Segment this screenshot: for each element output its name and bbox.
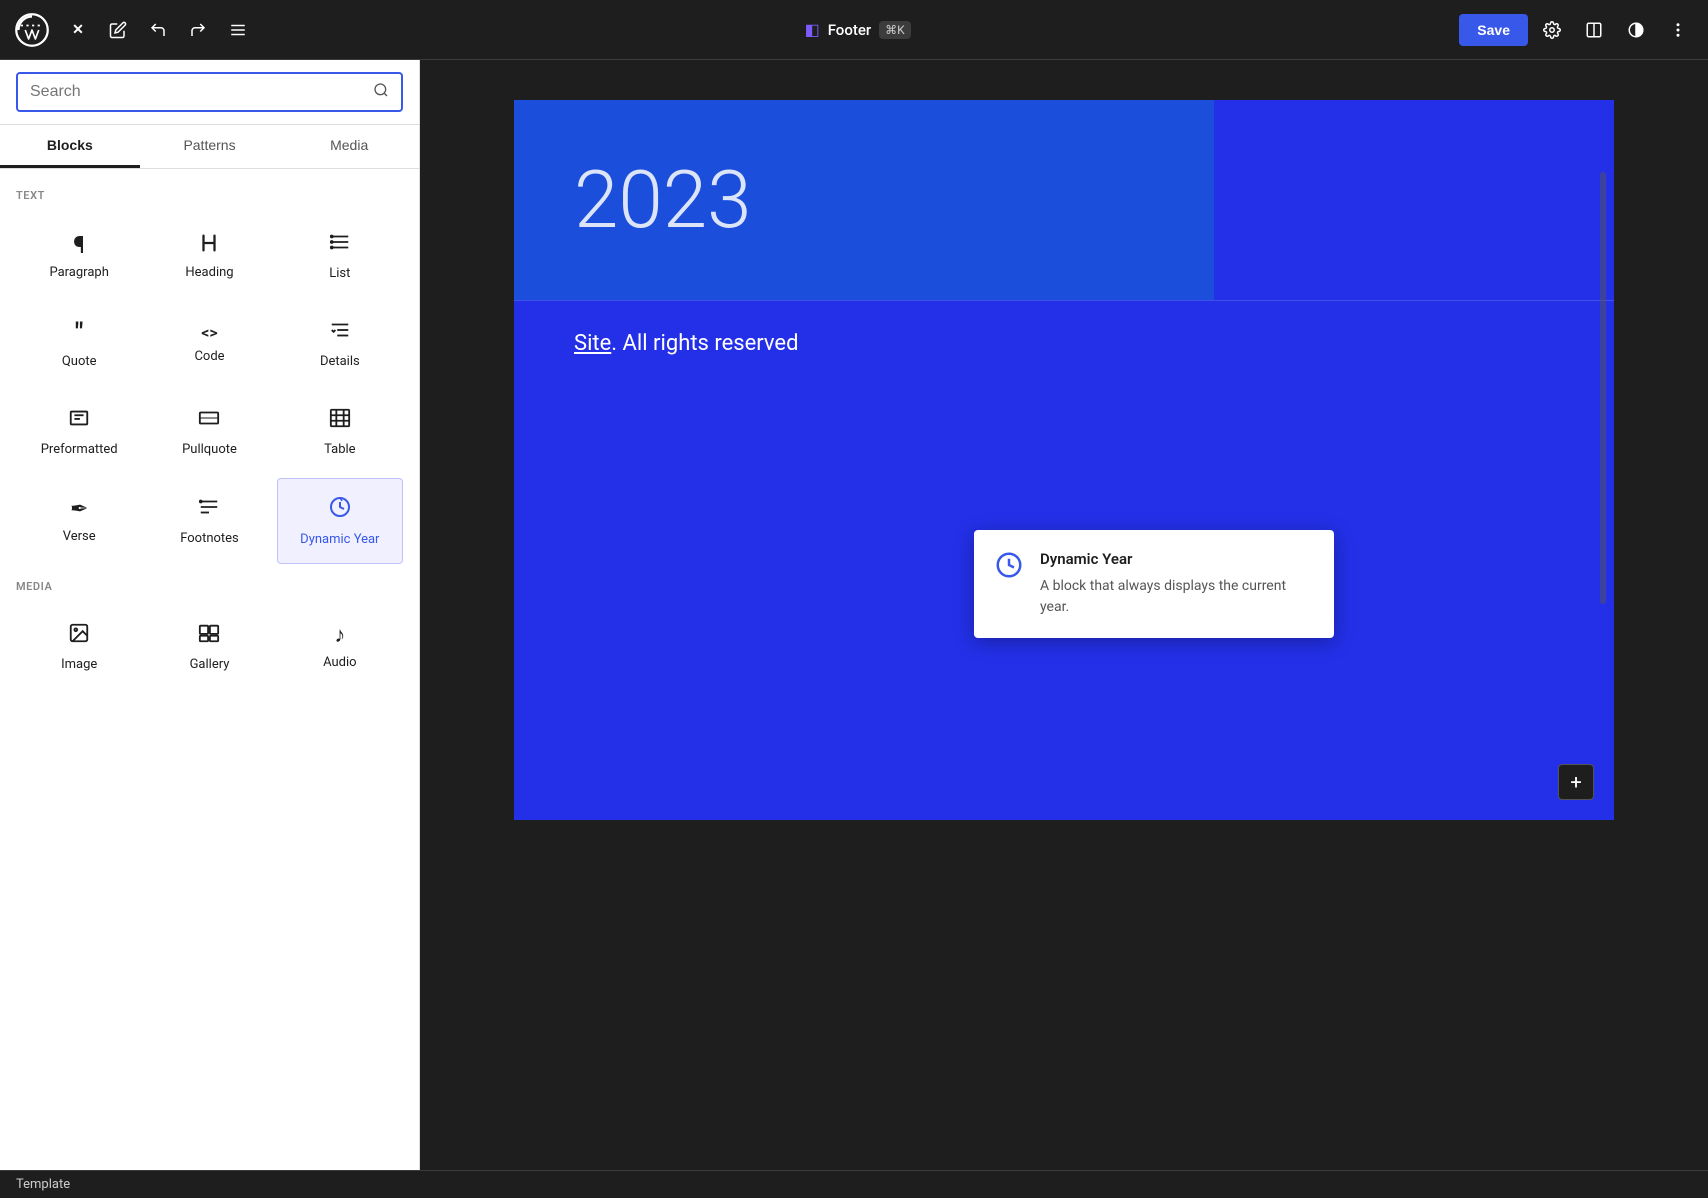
year-section: 2023: [514, 100, 1214, 300]
search-container: [0, 60, 419, 125]
block-audio[interactable]: ♪ Audio: [277, 605, 403, 689]
dynamic-year-tooltip: Dynamic Year A block that always display…: [974, 530, 1334, 638]
search-icon: [373, 82, 389, 102]
tooltip-description: A block that always displays the current…: [1040, 576, 1314, 618]
contrast-button[interactable]: [1618, 12, 1654, 48]
list-view-button[interactable]: [220, 12, 256, 48]
block-table[interactable]: Table: [277, 390, 403, 474]
rights-suffix: . All rights reserved: [611, 331, 798, 356]
quote-icon: ": [75, 320, 83, 346]
layout-button[interactable]: [1576, 12, 1612, 48]
tooltip-dynamic-year-icon: [994, 550, 1024, 587]
table-icon: [329, 407, 351, 434]
block-verse[interactable]: ✒ Verse: [16, 478, 142, 564]
block-code[interactable]: <> Code: [146, 302, 272, 386]
text-blocks-grid: ¶ Paragraph Heading List ": [16, 214, 403, 564]
main-layout: Blocks Patterns Media TEXT ¶ Paragraph H…: [0, 60, 1708, 1170]
audio-icon: ♪: [334, 625, 345, 647]
save-button[interactable]: Save: [1459, 14, 1528, 46]
rights-section: Site. All rights reserved: [514, 301, 1614, 386]
tab-blocks[interactable]: Blocks: [0, 125, 140, 168]
settings-button[interactable]: [1534, 12, 1570, 48]
block-details[interactable]: Details: [277, 302, 403, 386]
page-title: Footer: [828, 21, 871, 39]
search-box: [16, 72, 403, 112]
top-section: 2023: [514, 100, 1614, 300]
block-pullquote[interactable]: Pullquote: [146, 390, 272, 474]
table-label: Table: [324, 442, 355, 457]
preformatted-label: Preformatted: [41, 442, 118, 457]
block-paragraph[interactable]: ¶ Paragraph: [16, 214, 142, 298]
block-list[interactable]: List: [277, 214, 403, 298]
audio-label: Audio: [323, 655, 356, 670]
year-text: 2023: [574, 160, 1154, 240]
undo-button[interactable]: [140, 12, 176, 48]
tooltip-content: Dynamic Year A block that always display…: [1040, 550, 1314, 618]
redo-button[interactable]: [180, 12, 216, 48]
right-section: [1214, 100, 1614, 300]
details-icon: [329, 319, 351, 346]
gallery-label: Gallery: [190, 657, 230, 672]
preformatted-icon: [68, 407, 90, 434]
toolbar-right: Save: [1459, 12, 1696, 48]
block-heading[interactable]: Heading: [146, 214, 272, 298]
search-input[interactable]: [30, 83, 365, 101]
block-quote[interactable]: " Quote: [16, 302, 142, 386]
category-media-label: MEDIA: [16, 580, 403, 593]
heading-icon: [198, 232, 220, 257]
paragraph-label: Paragraph: [49, 265, 108, 280]
block-dynamic-year[interactable]: Dynamic Year: [277, 478, 403, 564]
close-button[interactable]: ✕: [60, 12, 96, 48]
tabs: Blocks Patterns Media: [0, 125, 419, 169]
tab-media[interactable]: Media: [279, 125, 419, 168]
category-text-label: TEXT: [16, 189, 403, 202]
toolbar-center: ◧ Footer ⌘K: [260, 20, 1455, 39]
media-blocks-grid: Image Gallery ♪ Audio: [16, 605, 403, 689]
footnotes-icon: [198, 496, 220, 523]
sidebar: Blocks Patterns Media TEXT ¶ Paragraph H…: [0, 60, 420, 1170]
verse-icon: ✒: [70, 499, 88, 521]
tooltip-title: Dynamic Year: [1040, 550, 1314, 568]
status-label: Template: [16, 1177, 70, 1192]
site-link[interactable]: Site: [574, 331, 611, 356]
heading-label: Heading: [185, 265, 233, 280]
canvas-area: 2023 Site. All rights reserved Dynamic Y…: [420, 60, 1708, 1170]
footnotes-label: Footnotes: [180, 531, 239, 546]
pullquote-icon: [198, 407, 220, 434]
blocks-container: TEXT ¶ Paragraph Heading List: [0, 169, 419, 1170]
canvas-scrollbar[interactable]: [1600, 172, 1606, 604]
dynamic-year-label: Dynamic Year: [300, 532, 379, 547]
block-footnotes[interactable]: Footnotes: [146, 478, 272, 564]
keyboard-shortcut: ⌘K: [879, 21, 911, 39]
code-label: Code: [194, 349, 224, 364]
tab-patterns[interactable]: Patterns: [140, 125, 280, 168]
details-label: Details: [320, 354, 360, 369]
quote-label: Quote: [62, 354, 97, 369]
more-options-button[interactable]: [1660, 12, 1696, 48]
verse-label: Verse: [63, 529, 96, 544]
image-label: Image: [61, 657, 97, 672]
image-icon: [68, 622, 90, 649]
add-block-button[interactable]: +: [1558, 764, 1594, 800]
paragraph-icon: ¶: [73, 233, 85, 257]
list-label: List: [329, 266, 350, 281]
block-image[interactable]: Image: [16, 605, 142, 689]
list-icon: [329, 231, 351, 258]
pullquote-label: Pullquote: [182, 442, 237, 457]
gallery-icon: [198, 622, 220, 649]
toolbar: ✕ ◧ Footer ⌘K Save: [0, 0, 1708, 60]
block-preformatted[interactable]: Preformatted: [16, 390, 142, 474]
footer-canvas: 2023 Site. All rights reserved Dynamic Y…: [514, 100, 1614, 820]
status-bar: Template: [0, 1170, 1708, 1198]
dynamic-year-icon: [328, 495, 352, 524]
wp-logo: [12, 10, 52, 50]
code-icon: <>: [201, 325, 217, 341]
block-gallery[interactable]: Gallery: [146, 605, 272, 689]
rights-text: Site. All rights reserved: [574, 331, 799, 356]
edit-button[interactable]: [100, 12, 136, 48]
footer-page-icon: ◧: [805, 20, 820, 39]
